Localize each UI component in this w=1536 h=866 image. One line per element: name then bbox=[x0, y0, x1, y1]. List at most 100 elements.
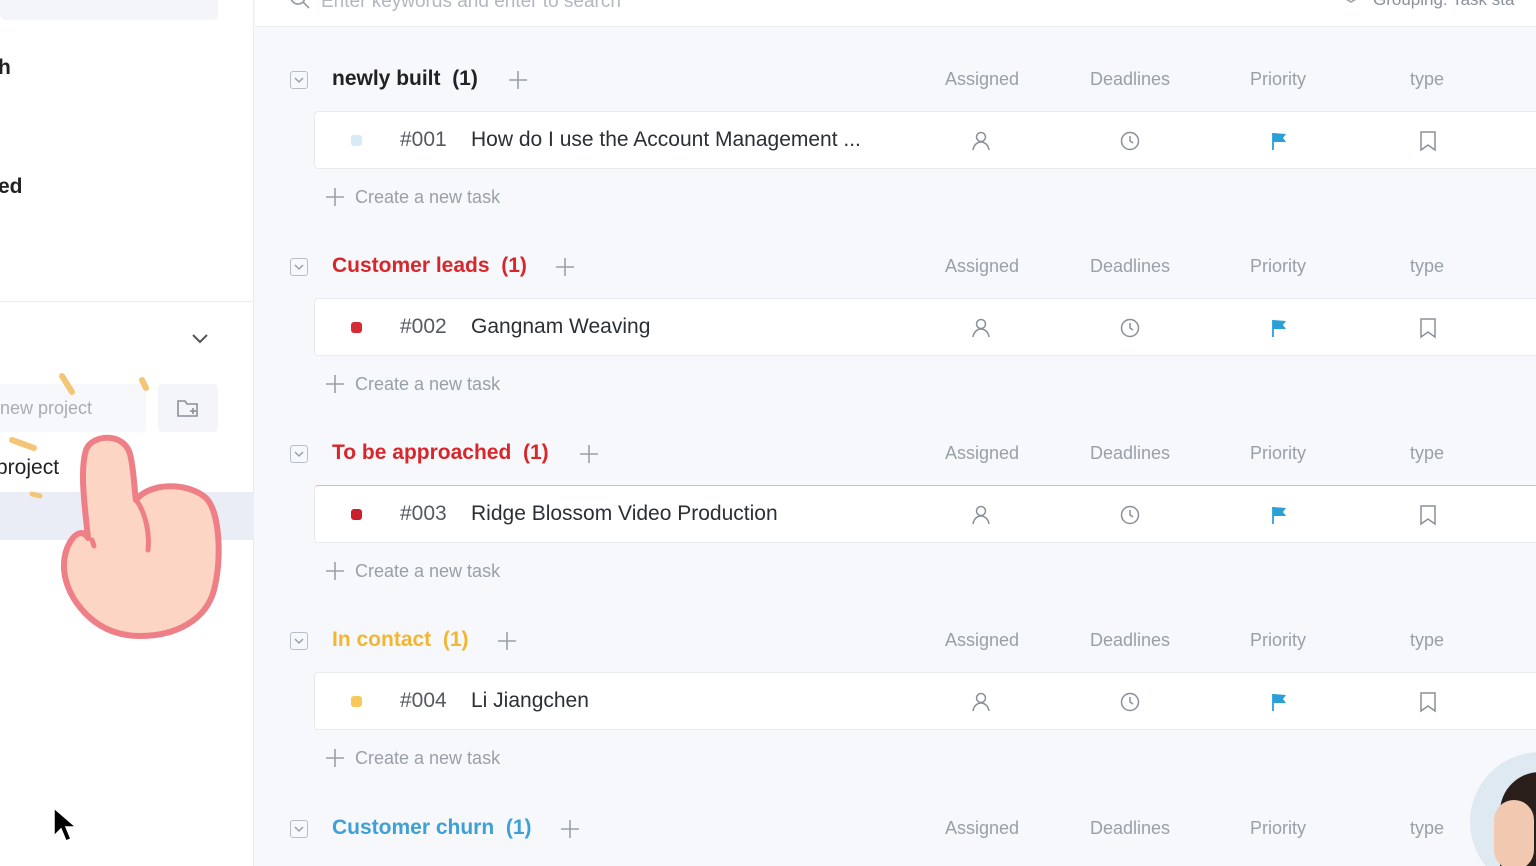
column-assigned[interactable]: Assigned bbox=[945, 443, 1019, 464]
create-task-label: Create a new task bbox=[355, 747, 501, 768]
bookmark-icon[interactable] bbox=[1416, 690, 1440, 714]
group-header: newly built (1) Assigned Deadlines Prior… bbox=[255, 61, 1536, 101]
task-id: #004 bbox=[400, 689, 447, 712]
column-priority[interactable]: Priority bbox=[1250, 818, 1306, 839]
chevron-down-icon bbox=[294, 77, 304, 84]
collapse-toggle[interactable] bbox=[290, 258, 308, 276]
clock-icon[interactable] bbox=[1118, 503, 1142, 527]
add-task-icon[interactable] bbox=[559, 818, 581, 840]
create-task-button[interactable]: Create a new task bbox=[325, 185, 500, 209]
group-title: newly built (1) bbox=[332, 67, 478, 91]
chevron-down-icon bbox=[294, 264, 304, 271]
column-assigned[interactable]: Assigned bbox=[945, 69, 1019, 90]
user-icon[interactable] bbox=[969, 129, 993, 153]
group-name: To be approached bbox=[332, 441, 512, 464]
collapse-toggle[interactable] bbox=[290, 71, 308, 89]
group-title: Customer leads (1) bbox=[332, 254, 527, 278]
column-priority[interactable]: Priority bbox=[1250, 630, 1306, 651]
group-count: (1) bbox=[452, 67, 478, 90]
folder-plus-icon bbox=[177, 400, 198, 417]
create-task-label: Create a new task bbox=[355, 373, 501, 394]
group-count: (1) bbox=[501, 254, 527, 277]
column-assigned[interactable]: Assigned bbox=[945, 818, 1019, 839]
group-name: Customer churn bbox=[332, 816, 495, 839]
group-title: In contact (1) bbox=[332, 628, 469, 652]
column-type[interactable]: type bbox=[1410, 818, 1444, 839]
chevron-down-icon bbox=[294, 826, 304, 833]
flag-icon[interactable] bbox=[1267, 690, 1291, 714]
group-count: (1) bbox=[522, 441, 549, 464]
column-deadlines[interactable]: Deadlines bbox=[1090, 69, 1170, 90]
plus-icon bbox=[326, 188, 344, 206]
column-type[interactable]: type bbox=[1410, 630, 1444, 651]
column-priority[interactable]: Priority bbox=[1250, 443, 1306, 464]
clock-icon[interactable] bbox=[1118, 316, 1142, 340]
user-icon[interactable] bbox=[969, 690, 993, 714]
create-task-button[interactable]: Create a new task bbox=[325, 372, 500, 396]
collapse-toggle[interactable] bbox=[290, 445, 308, 463]
status-indicator bbox=[351, 135, 362, 146]
layers-icon bbox=[1346, 0, 1356, 3]
clock-icon[interactable] bbox=[1118, 690, 1142, 714]
create-task-label: Create a new task bbox=[355, 186, 501, 207]
group-count: (1) bbox=[505, 816, 532, 839]
flag-icon[interactable] bbox=[1267, 129, 1291, 153]
clock-icon[interactable] bbox=[1118, 129, 1142, 153]
task-row[interactable]: #001 How do I use the Account Management… bbox=[314, 111, 1536, 169]
add-folder-button[interactable] bbox=[158, 384, 218, 432]
task-row[interactable]: #003 Ridge Blossom Video Production bbox=[314, 485, 1536, 543]
column-assigned[interactable]: Assigned bbox=[945, 256, 1019, 277]
collapse-toggle[interactable] bbox=[290, 820, 308, 838]
task-id: #003 bbox=[400, 502, 447, 525]
add-task-icon[interactable] bbox=[554, 256, 576, 278]
column-priority[interactable]: Priority bbox=[1250, 69, 1306, 90]
main-content: Grouping: Task sta newly built (1) Assig… bbox=[255, 0, 1536, 866]
create-task-button[interactable]: Create a new task bbox=[325, 746, 500, 770]
search-input[interactable] bbox=[321, 0, 821, 14]
collapse-toggle[interactable] bbox=[290, 632, 308, 650]
group-name: Customer leads bbox=[332, 254, 490, 277]
task-title[interactable]: Li Jiangchen bbox=[471, 689, 589, 713]
bookmark-icon[interactable] bbox=[1416, 129, 1440, 153]
user-icon[interactable] bbox=[969, 316, 993, 340]
add-task-icon[interactable] bbox=[507, 69, 529, 91]
user-icon[interactable] bbox=[969, 503, 993, 527]
sidebar-top-box[interactable] bbox=[0, 0, 218, 20]
sidebar-selected-item[interactable] bbox=[0, 492, 254, 540]
sidebar-divider bbox=[0, 301, 254, 302]
group-title: To be approached (1) bbox=[332, 441, 549, 465]
create-task-button[interactable]: Create a new task bbox=[325, 559, 500, 583]
sidebar-project-item[interactable]: project bbox=[0, 456, 59, 480]
bookmark-icon[interactable] bbox=[1416, 316, 1440, 340]
column-deadlines[interactable]: Deadlines bbox=[1090, 443, 1170, 464]
column-type[interactable]: type bbox=[1410, 69, 1444, 90]
group-header: To be approached (1) Assigned Deadlines … bbox=[255, 435, 1536, 475]
task-id: #002 bbox=[400, 315, 447, 338]
chevron-down-icon[interactable] bbox=[189, 327, 211, 349]
new-project-input[interactable]: new project bbox=[0, 384, 146, 432]
search-icon bbox=[290, 0, 310, 9]
column-deadlines[interactable]: Deadlines bbox=[1090, 818, 1170, 839]
add-task-icon[interactable] bbox=[578, 443, 600, 465]
column-deadlines[interactable]: Deadlines bbox=[1090, 630, 1170, 651]
flag-icon[interactable] bbox=[1267, 503, 1291, 527]
task-row[interactable]: #004 Li Jiangchen bbox=[314, 672, 1536, 730]
task-title[interactable]: Ridge Blossom Video Production bbox=[471, 502, 778, 526]
bookmark-icon[interactable] bbox=[1416, 503, 1440, 527]
mouse-cursor-icon bbox=[53, 806, 79, 842]
column-deadlines[interactable]: Deadlines bbox=[1090, 256, 1170, 277]
task-title[interactable]: How do I use the Account Management ... bbox=[471, 128, 861, 152]
sidebar-item-2[interactable]: ed bbox=[0, 175, 23, 199]
column-type[interactable]: type bbox=[1410, 256, 1444, 277]
group-name: In contact bbox=[332, 628, 432, 651]
column-assigned[interactable]: Assigned bbox=[945, 630, 1019, 651]
flag-icon[interactable] bbox=[1267, 316, 1291, 340]
task-row[interactable]: #002 Gangnam Weaving bbox=[314, 298, 1536, 356]
add-task-icon[interactable] bbox=[496, 630, 518, 652]
chevron-down-icon bbox=[294, 638, 304, 645]
sidebar-item-1[interactable]: h bbox=[0, 56, 11, 80]
column-type[interactable]: type bbox=[1410, 443, 1444, 464]
column-priority[interactable]: Priority bbox=[1250, 256, 1306, 277]
task-title[interactable]: Gangnam Weaving bbox=[471, 315, 650, 339]
grouping-selector[interactable]: Grouping: Task sta bbox=[1373, 0, 1514, 10]
